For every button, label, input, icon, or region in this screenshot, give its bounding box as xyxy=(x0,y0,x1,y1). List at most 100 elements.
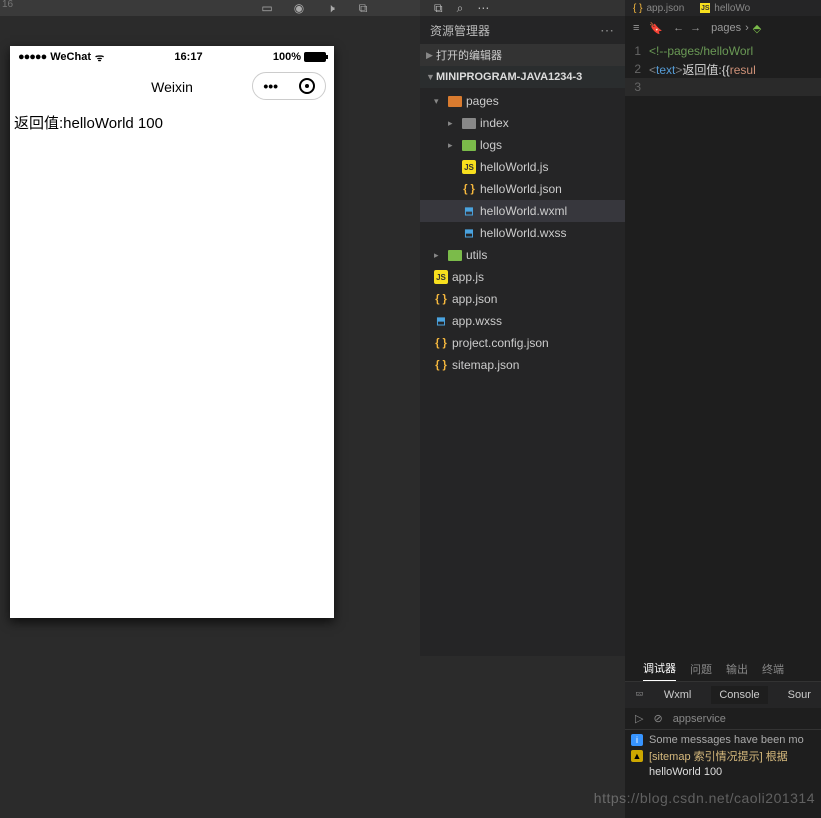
tree-file-project-config[interactable]: { } project.config.json xyxy=(420,332,625,354)
list-icon[interactable]: ≡ xyxy=(633,22,639,34)
tree-file-hw-wxss[interactable]: ⬒ helloWorld.wxss xyxy=(420,222,625,244)
nav-back-icon[interactable]: ← xyxy=(673,22,684,34)
device-icon[interactable]: ▭ xyxy=(260,1,274,15)
bookmark-icon[interactable]: 🔖 xyxy=(649,22,663,35)
rotate-icon[interactable]: ⧉ xyxy=(356,1,370,15)
wifi-icon: ᯤ xyxy=(95,50,104,64)
record-icon[interactable]: ◉ xyxy=(292,1,306,15)
chevron-right-icon: › xyxy=(745,22,749,34)
console-output: i Some messages have been mo ▲ [sitemap … xyxy=(625,730,821,782)
tree-label: app.js xyxy=(452,270,484,284)
simulator-panel: ●●●●● WeChat ᯤ 16:17 100% Weixin ••• 返回值… xyxy=(0,18,420,658)
subtab-console[interactable]: Console xyxy=(711,686,767,704)
tab-hello[interactable]: JS helloWo xyxy=(692,0,758,16)
inspect-icon[interactable]: ⮹ xyxy=(635,689,644,702)
device-frame: ●●●●● WeChat ᯤ 16:17 100% Weixin ••• 返回值… xyxy=(10,46,334,618)
signal-icon: ●●●●● xyxy=(18,51,46,63)
tree-label: helloWorld.wxml xyxy=(480,204,567,218)
open-editors-section[interactable]: ▶ 打开的编辑器 xyxy=(420,44,625,66)
clear-icon[interactable]: ⊘ xyxy=(653,712,662,725)
search-icon[interactable]: ⌕ xyxy=(457,1,464,16)
watermark: https://blog.csdn.net/caoli201314 xyxy=(594,790,815,806)
folder-icon xyxy=(448,250,462,261)
tab-output[interactable]: 输出 xyxy=(726,657,748,681)
carrier-label: WeChat xyxy=(50,51,91,63)
breadcrumb-bar: ≡ 🔖 ← → pages › ⬘ xyxy=(625,16,821,40)
nav-fwd-icon[interactable]: → xyxy=(690,22,701,34)
tree-file-hw-json[interactable]: { } helloWorld.json xyxy=(420,178,625,200)
tree-label: app.wxss xyxy=(452,314,502,328)
wxml-file-icon: ⬘ xyxy=(753,22,761,35)
chevron-right-icon: ▸ xyxy=(448,118,458,129)
tree-file-app-wxss[interactable]: ⬒ app.wxss xyxy=(420,310,625,332)
explorer-panel: 资源管理器 ⋯ ▶ 打开的编辑器 ▼ MINIPROGRAM-JAVA1234-… xyxy=(420,16,625,656)
breadcrumb[interactable]: pages › ⬘ xyxy=(711,22,761,35)
json-file-icon: { } xyxy=(434,292,448,306)
tree-label: logs xyxy=(480,138,502,152)
battery-icon xyxy=(304,52,326,62)
nav-bar: Weixin ••• xyxy=(10,68,334,106)
capsule-button[interactable]: ••• xyxy=(252,72,326,100)
json-file-icon: { } xyxy=(434,336,448,350)
folder-icon xyxy=(462,140,476,151)
wxss-file-icon: ⬒ xyxy=(462,226,476,240)
project-section[interactable]: ▼ MINIPROGRAM-JAVA1234-3 xyxy=(420,66,625,88)
tab-label: helloWo xyxy=(714,3,750,14)
battery-pct: 100% xyxy=(273,51,301,63)
more-icon[interactable]: ⋯ xyxy=(477,1,489,15)
console-line: [sitemap 索引情况提示] 根据 xyxy=(649,748,788,764)
code-editor[interactable]: 1 <!--pages/helloWorl 2 <text>返回值:{{resu… xyxy=(625,40,821,96)
capsule-menu-icon[interactable]: ••• xyxy=(263,78,278,94)
tree-label: pages xyxy=(466,94,499,108)
explorer-header: 资源管理器 ⋯ xyxy=(420,16,625,44)
filter-context[interactable]: appservice xyxy=(673,713,726,725)
tree-label: helloWorld.json xyxy=(480,182,562,196)
chevron-down-icon: ▾ xyxy=(434,96,444,107)
capsule-close-icon[interactable] xyxy=(299,78,315,94)
explorer-title: 资源管理器 xyxy=(430,22,490,39)
tab-terminal[interactable]: 终端 xyxy=(762,657,784,681)
subtab-sources[interactable]: Sour xyxy=(780,686,819,704)
tree-file-app-js[interactable]: JS app.js xyxy=(420,266,625,288)
file-tree: ▾ pages ▸ index ▸ logs JS helloWorld.js … xyxy=(420,88,625,376)
toolbar-label: 16 xyxy=(2,0,13,10)
wxml-file-icon: ⬒ xyxy=(462,204,476,218)
json-file-icon: { } xyxy=(462,182,476,196)
tree-label: index xyxy=(480,116,509,130)
tree-folder-pages[interactable]: ▾ pages xyxy=(420,90,625,112)
wxss-file-icon: ⬒ xyxy=(434,314,448,328)
editor-pane: { } app.json JS helloWo ≡ 🔖 ← → pages › … xyxy=(625,0,821,656)
tree-file-sitemap[interactable]: { } sitemap.json xyxy=(420,354,625,376)
tree-file-hw-js[interactable]: JS helloWorld.js xyxy=(420,156,625,178)
play-icon[interactable]: ▷ xyxy=(635,712,643,725)
tree-file-app-json[interactable]: { } app.json xyxy=(420,288,625,310)
project-label: MINIPROGRAM-JAVA1234-3 xyxy=(436,71,582,83)
tree-file-hw-wxml[interactable]: ⬒ helloWorld.wxml xyxy=(420,200,625,222)
line-number: 3 xyxy=(625,80,649,94)
js-file-icon: JS xyxy=(434,270,448,284)
json-file-icon: { } xyxy=(434,358,448,372)
tree-label: app.json xyxy=(452,292,497,306)
tab-problems[interactable]: 问题 xyxy=(690,657,712,681)
tab-debugger[interactable]: 调试器 xyxy=(643,656,676,681)
js-file-icon: JS xyxy=(462,160,476,174)
console-line: Some messages have been mo xyxy=(649,734,804,746)
warn-icon: ▲ xyxy=(631,750,643,762)
line-number: 2 xyxy=(625,62,649,76)
explorer-more-icon[interactable]: ⋯ xyxy=(600,22,615,39)
page-text: 返回值:helloWorld 100 xyxy=(14,115,163,132)
tree-folder-index[interactable]: ▸ index xyxy=(420,112,625,134)
tab-app-json[interactable]: { } app.json xyxy=(625,0,692,16)
tree-folder-logs[interactable]: ▸ logs xyxy=(420,134,625,156)
tree-label: utils xyxy=(466,248,487,262)
editor-tabs: { } app.json JS helloWo xyxy=(625,0,821,16)
mute-icon[interactable]: 🕨 xyxy=(324,1,338,15)
subtab-wxml[interactable]: Wxml xyxy=(656,686,700,704)
console-tabs: 调试器 问题 输出 终端 xyxy=(625,656,821,682)
chevron-right-icon: ▸ xyxy=(448,140,458,151)
status-bar: ●●●●● WeChat ᯤ 16:17 100% xyxy=(10,46,334,68)
tree-folder-utils[interactable]: ▸ utils xyxy=(420,244,625,266)
js-file-icon: JS xyxy=(700,3,710,13)
tree-label: project.config.json xyxy=(452,336,549,350)
files-icon[interactable]: ⧉ xyxy=(434,1,443,16)
